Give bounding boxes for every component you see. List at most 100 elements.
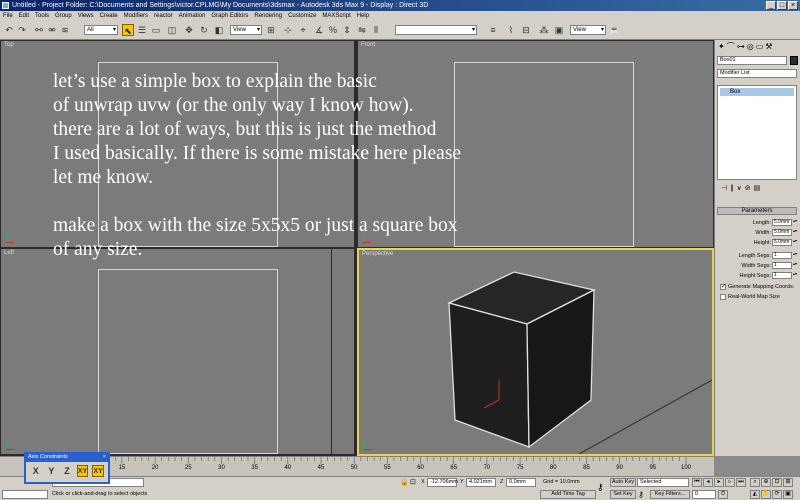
pivot-icon[interactable]: ⊞ xyxy=(265,24,277,36)
maxscript-listener-field[interactable] xyxy=(2,490,48,499)
display-tab-icon[interactable]: ▭ xyxy=(756,42,764,51)
motion-tab-icon[interactable]: ◎ xyxy=(747,42,754,51)
remove-modifier-icon[interactable]: ⊘ xyxy=(745,184,751,192)
pan-icon[interactable]: ✋ xyxy=(761,490,771,499)
z-coord-field[interactable]: 0.0mm xyxy=(506,478,536,487)
modify-tab-icon[interactable]: ⌒ xyxy=(727,41,735,52)
rotate-icon[interactable]: ↻ xyxy=(198,24,210,36)
menu-modifiers[interactable]: Modifiers xyxy=(124,13,148,19)
orbit-icon[interactable]: ⟳ xyxy=(772,490,782,499)
minimize-button[interactable]: _ xyxy=(766,1,776,10)
height-segs-spinner[interactable]: ▴▾ xyxy=(793,272,797,279)
constrain-z-button[interactable]: Z xyxy=(61,465,73,477)
set-key-button[interactable]: Set Key xyxy=(610,490,636,499)
menu-help[interactable]: Help xyxy=(357,13,369,19)
width-spinner[interactable]: ▴▾ xyxy=(793,229,797,236)
menu-file[interactable]: File xyxy=(3,13,13,19)
menu-graph-editors[interactable]: Graph Editors xyxy=(211,13,248,19)
menu-group[interactable]: Group xyxy=(55,13,72,19)
percent-snap-icon[interactable]: % xyxy=(327,24,339,36)
close-button[interactable]: × xyxy=(788,1,798,10)
selected-dropdown[interactable]: Selected xyxy=(637,478,689,487)
zoom-icon[interactable]: ⌕ xyxy=(750,478,760,487)
region-icon[interactable]: ▭ xyxy=(150,24,162,36)
material-editor-icon[interactable]: ⁂ xyxy=(538,24,550,36)
move-icon[interactable]: ✥ xyxy=(183,24,195,36)
snap-icon[interactable]: ⌖ xyxy=(297,24,309,36)
modifier-stack-item[interactable]: Box xyxy=(720,88,794,96)
curve-editor-icon[interactable]: ⌇ xyxy=(505,24,517,36)
height-spinner[interactable]: ▴▾ xyxy=(793,239,797,246)
zoom-all-icon[interactable]: ⊕ xyxy=(761,478,771,487)
viewport-left[interactable]: Left xyxy=(1,249,354,454)
create-tab-icon[interactable]: ✦ xyxy=(718,42,725,51)
menu-customize[interactable]: Customize xyxy=(288,13,316,19)
y-coord-field[interactable]: 4.021mm xyxy=(466,478,496,487)
viewport-label-front[interactable]: Front xyxy=(361,42,375,48)
redo-icon[interactable]: ↷ xyxy=(16,24,28,36)
add-time-tag-button[interactable]: Add Time Tag xyxy=(540,490,596,499)
field-of-view-icon[interactable]: ◭ xyxy=(750,490,760,499)
menu-maxscript[interactable]: MAXScript xyxy=(322,13,350,19)
constrain-x-button[interactable]: X xyxy=(30,465,42,477)
render-view-dropdown[interactable]: View xyxy=(570,25,606,35)
real-world-checkbox[interactable] xyxy=(720,294,726,300)
modifier-stack[interactable]: Box xyxy=(717,85,797,180)
maximize-viewport-icon[interactable]: ▣ xyxy=(783,490,793,499)
scale-icon[interactable]: ◧ xyxy=(213,24,225,36)
generate-mapping-checkbox[interactable]: ✓ xyxy=(720,284,726,290)
width-input[interactable]: 5.0mm xyxy=(772,229,792,236)
maximize-button[interactable]: □ xyxy=(777,1,787,10)
key-filters-button[interactable]: Key Filters... xyxy=(650,490,690,499)
select-by-name-icon[interactable]: ☰ xyxy=(136,24,148,36)
lock-selection-icon[interactable]: 🔒 xyxy=(400,478,409,487)
zoom-extents-all-icon[interactable]: ⊞ xyxy=(783,478,793,487)
height-input[interactable]: 5.0mm xyxy=(772,239,792,246)
x-coord-field[interactable]: -12.706mm xyxy=(427,478,458,487)
next-frame-icon[interactable]: ▹ xyxy=(725,478,735,487)
unlink-icon[interactable]: ⚮ xyxy=(46,24,58,36)
constrain-y-button[interactable]: Y xyxy=(46,465,58,477)
absolute-mode-icon[interactable]: ⊡ xyxy=(410,478,416,487)
utilities-tab-icon[interactable]: ⚒ xyxy=(765,42,772,51)
real-world-checkbox-row[interactable]: Real-World Map Size xyxy=(720,293,780,301)
go-to-end-icon[interactable]: ⏭ xyxy=(736,478,746,487)
play-icon[interactable]: ▸ xyxy=(714,478,724,487)
menu-edit[interactable]: Edit xyxy=(19,13,29,19)
undo-icon[interactable]: ↶ xyxy=(3,24,15,36)
axis-constraints-close-icon[interactable]: × xyxy=(103,454,108,461)
align-icon[interactable]: ⫴ xyxy=(370,24,382,36)
height-segs-input[interactable]: 1 xyxy=(772,272,792,279)
link-icon[interactable]: ⚯ xyxy=(33,24,45,36)
hierarchy-tab-icon[interactable]: ⊶ xyxy=(737,42,745,51)
width-segs-spinner[interactable]: ▴▾ xyxy=(793,262,797,269)
object-color-swatch[interactable] xyxy=(790,56,798,65)
render-setup-icon[interactable]: ▣ xyxy=(553,24,565,36)
window-crossing-icon[interactable]: ◫ xyxy=(166,24,178,36)
menu-rendering[interactable]: Rendering xyxy=(254,13,282,19)
spinner-snap-icon[interactable]: ⇕ xyxy=(341,24,353,36)
menu-tools[interactable]: Tools xyxy=(35,13,49,19)
generate-mapping-checkbox-row[interactable]: ✓ Generate Mapping Coords. xyxy=(720,283,794,291)
schematic-icon[interactable]: ⊟ xyxy=(520,24,532,36)
angle-snap-icon[interactable]: ∡ xyxy=(313,24,325,36)
show-end-result-icon[interactable]: ∥ xyxy=(730,184,734,192)
mirror-icon[interactable]: ⇋ xyxy=(356,24,368,36)
named-selection-dropdown[interactable] xyxy=(395,25,477,35)
constrain-xy-button[interactable]: XY xyxy=(76,465,89,477)
viewport-label-top[interactable]: Top xyxy=(4,42,14,48)
length-input[interactable]: 5.0mm xyxy=(772,219,792,226)
teapot-icon[interactable]: ☕ xyxy=(609,24,621,36)
constrain-plane-button[interactable]: XY xyxy=(92,465,105,477)
pin-stack-icon[interactable]: ⊣ xyxy=(721,184,727,192)
parameters-rollout-header[interactable]: Parameters xyxy=(717,207,797,215)
width-segs-input[interactable]: 1 xyxy=(772,262,792,269)
set-key-icon[interactable]: ⚷ xyxy=(638,490,644,499)
menu-reactor[interactable]: reactor xyxy=(154,13,173,19)
length-segs-input[interactable]: 1 xyxy=(772,252,792,259)
menu-create[interactable]: Create xyxy=(100,13,118,19)
length-segs-spinner[interactable]: ▴▾ xyxy=(793,252,797,259)
object-name-field[interactable]: Box01 xyxy=(717,56,787,65)
make-unique-icon[interactable]: ∨ xyxy=(737,184,742,192)
viewport-label-left[interactable]: Left xyxy=(4,250,14,256)
